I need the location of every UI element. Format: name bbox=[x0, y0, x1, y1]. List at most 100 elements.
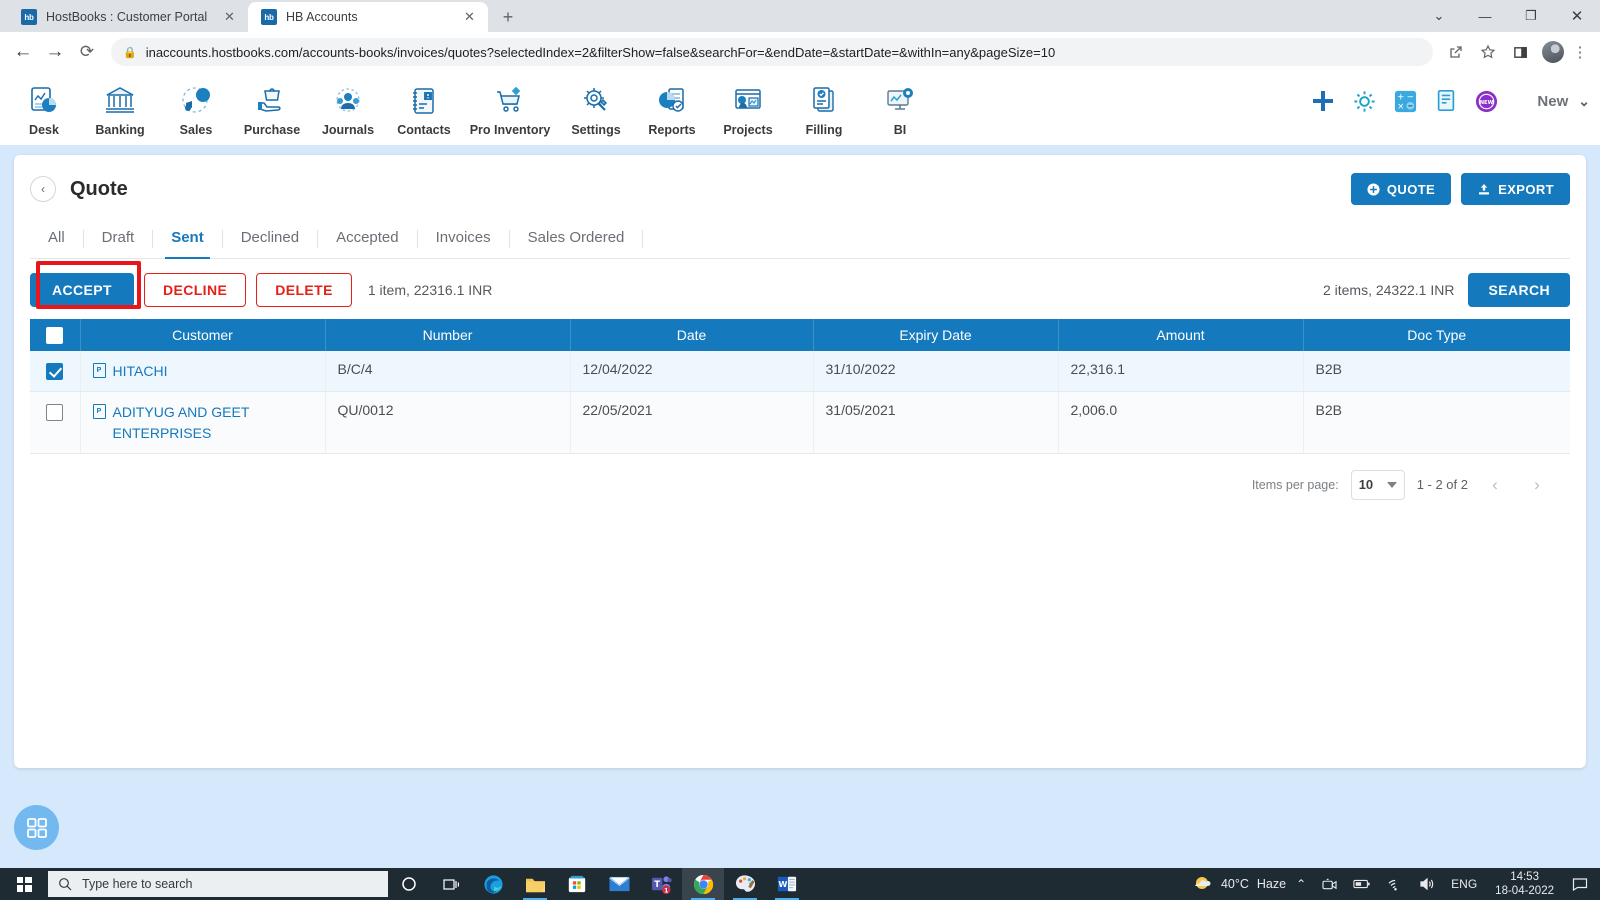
column-doc-type[interactable]: Doc Type bbox=[1303, 319, 1570, 351]
column-expiry-date[interactable]: Expiry Date bbox=[813, 319, 1059, 351]
paint-3d-icon[interactable] bbox=[724, 868, 766, 900]
new-badge-icon[interactable]: NEW bbox=[1474, 89, 1499, 114]
battery-icon[interactable] bbox=[1347, 868, 1377, 900]
cell-date: 22/05/2021 bbox=[570, 391, 814, 454]
minimize-icon[interactable]: — bbox=[1462, 0, 1508, 32]
bookmark-star-icon[interactable] bbox=[1474, 38, 1502, 66]
tab-sales-ordered[interactable]: Sales Ordered bbox=[510, 219, 643, 258]
previous-page-button[interactable]: ‹ bbox=[1480, 470, 1510, 500]
row-checkbox[interactable] bbox=[46, 362, 64, 380]
nav-item-sales[interactable]: Sales bbox=[158, 77, 234, 137]
wifi-icon[interactable] bbox=[1381, 868, 1409, 900]
cortana-icon[interactable] bbox=[388, 868, 430, 900]
settings-tools-icon bbox=[579, 81, 613, 121]
window-close-icon[interactable]: ✕ bbox=[1554, 0, 1600, 32]
nav-item-banking[interactable]: Banking bbox=[82, 77, 158, 137]
nav-item-pro-inventory[interactable]: Pro Inventory bbox=[462, 77, 558, 137]
close-icon[interactable]: ✕ bbox=[221, 9, 238, 26]
file-explorer-icon[interactable] bbox=[514, 868, 556, 900]
delete-button[interactable]: DELETE bbox=[256, 273, 352, 307]
new-tab-button[interactable]: + bbox=[494, 3, 522, 31]
column-customer[interactable]: Customer bbox=[80, 319, 326, 351]
column-amount[interactable]: Amount bbox=[1058, 319, 1304, 351]
browser-tab-2[interactable]: hb HB Accounts ✕ bbox=[248, 2, 488, 32]
tab-sent[interactable]: Sent bbox=[153, 219, 222, 259]
table-row[interactable]: P HITACHI B/C/4 12/04/2022 31/10/2022 22… bbox=[30, 351, 1570, 393]
close-icon[interactable]: ✕ bbox=[461, 9, 478, 26]
tab-declined[interactable]: Declined bbox=[223, 219, 317, 258]
search-button[interactable]: SEARCH bbox=[1468, 273, 1570, 307]
column-date[interactable]: Date bbox=[570, 319, 814, 351]
share-icon[interactable] bbox=[1442, 38, 1470, 66]
row-select-cell[interactable] bbox=[30, 351, 81, 393]
nav-item-projects[interactable]: Projects bbox=[710, 77, 786, 137]
nav-item-filling[interactable]: Filling bbox=[786, 77, 862, 137]
kebab-menu-icon[interactable]: ⋮ bbox=[1568, 38, 1592, 66]
nav-item-desk[interactable]: Desk bbox=[6, 77, 82, 137]
accept-button[interactable]: ACCEPT bbox=[30, 273, 134, 307]
edge-icon[interactable] bbox=[472, 868, 514, 900]
address-bar[interactable]: 🔒 inaccounts.hostbooks.com/accounts-book… bbox=[111, 38, 1433, 66]
profile-avatar[interactable] bbox=[1542, 41, 1564, 63]
clock[interactable]: 14:53 18-04-2022 bbox=[1487, 870, 1562, 899]
chevron-down-icon bbox=[1386, 481, 1397, 488]
row-checkbox[interactable] bbox=[46, 404, 64, 422]
nav-item-reports[interactable]: Reports bbox=[634, 77, 710, 137]
maximize-icon[interactable]: ❐ bbox=[1508, 0, 1554, 32]
contacts-notebook-icon bbox=[407, 81, 441, 121]
task-view-icon[interactable] bbox=[430, 868, 472, 900]
decline-button[interactable]: DECLINE bbox=[143, 273, 247, 307]
language-indicator[interactable]: ENG bbox=[1445, 868, 1483, 900]
microsoft-store-icon[interactable] bbox=[556, 868, 598, 900]
tab-accepted[interactable]: Accepted bbox=[318, 219, 417, 258]
header-select-all[interactable] bbox=[30, 319, 81, 351]
teams-icon[interactable]: T 1 bbox=[640, 868, 682, 900]
customer-name[interactable]: HITACHI bbox=[113, 361, 168, 381]
sidepanel-icon[interactable] bbox=[1506, 38, 1534, 66]
new-quote-button[interactable]: QUOTE bbox=[1350, 173, 1452, 205]
account-selector[interactable]: New ⌄ bbox=[1537, 93, 1590, 110]
action-bar-right: 2 items, 24322.1 INR SEARCH bbox=[1317, 273, 1570, 307]
chrome-icon[interactable] bbox=[682, 868, 724, 900]
nav-item-contacts[interactable]: Contacts bbox=[386, 77, 462, 137]
volume-icon[interactable] bbox=[1413, 868, 1441, 900]
next-page-button[interactable]: › bbox=[1522, 470, 1552, 500]
nav-item-bi[interactable]: BI bbox=[862, 77, 938, 137]
svg-text:T: T bbox=[654, 880, 660, 890]
nav-item-journals[interactable]: Journals bbox=[310, 77, 386, 137]
back-button[interactable]: ‹ bbox=[30, 176, 56, 202]
weather-widget[interactable]: 40°C Haze bbox=[1187, 875, 1286, 893]
calculator-icon[interactable]: + − × bbox=[1393, 89, 1418, 114]
column-number[interactable]: Number bbox=[325, 319, 571, 351]
tab-all[interactable]: All bbox=[30, 219, 83, 258]
nav-item-settings[interactable]: Settings bbox=[558, 77, 634, 137]
browser-tab-1[interactable]: hb HostBooks : Customer Portal ✕ bbox=[8, 2, 248, 32]
mail-icon[interactable] bbox=[598, 868, 640, 900]
table-row[interactable]: P ADITYUG AND GEET ENTERPRISES QU/0012 2… bbox=[30, 391, 1570, 454]
camera-icon[interactable] bbox=[1316, 868, 1343, 900]
document-note-icon[interactable] bbox=[1434, 89, 1458, 113]
notification-icon[interactable] bbox=[1566, 868, 1594, 900]
windows-start-icon[interactable] bbox=[0, 868, 48, 900]
tab-invoices[interactable]: Invoices bbox=[418, 219, 509, 258]
cell-number: QU/0012 bbox=[325, 391, 571, 454]
select-all-checkbox[interactable] bbox=[46, 326, 64, 344]
reload-icon[interactable]: ⟳ bbox=[72, 37, 102, 67]
nav-item-purchase[interactable]: Purchase bbox=[234, 77, 310, 137]
items-per-page-select[interactable]: 10 bbox=[1350, 469, 1405, 500]
back-icon[interactable]: ← bbox=[8, 37, 38, 67]
plus-add-icon[interactable] bbox=[1310, 88, 1336, 114]
export-button[interactable]: EXPORT bbox=[1461, 173, 1570, 205]
apps-fab-button[interactable] bbox=[14, 805, 59, 850]
chevron-down-icon[interactable]: ⌄ bbox=[1416, 0, 1462, 32]
taskbar-search-input[interactable]: Type here to search bbox=[48, 871, 388, 897]
cell-expiry-date: 31/10/2022 bbox=[813, 351, 1059, 393]
tray-expand-chevron-icon[interactable]: ⌃ bbox=[1290, 868, 1312, 900]
nav-label: Sales bbox=[179, 123, 213, 137]
gear-settings-icon[interactable] bbox=[1352, 89, 1377, 114]
customer-name[interactable]: ADITYUG AND GEET ENTERPRISES bbox=[113, 402, 313, 443]
tab-draft[interactable]: Draft bbox=[84, 219, 153, 258]
forward-icon[interactable]: → bbox=[40, 37, 70, 67]
row-select-cell[interactable] bbox=[30, 391, 81, 454]
word-icon[interactable]: W bbox=[766, 868, 808, 900]
